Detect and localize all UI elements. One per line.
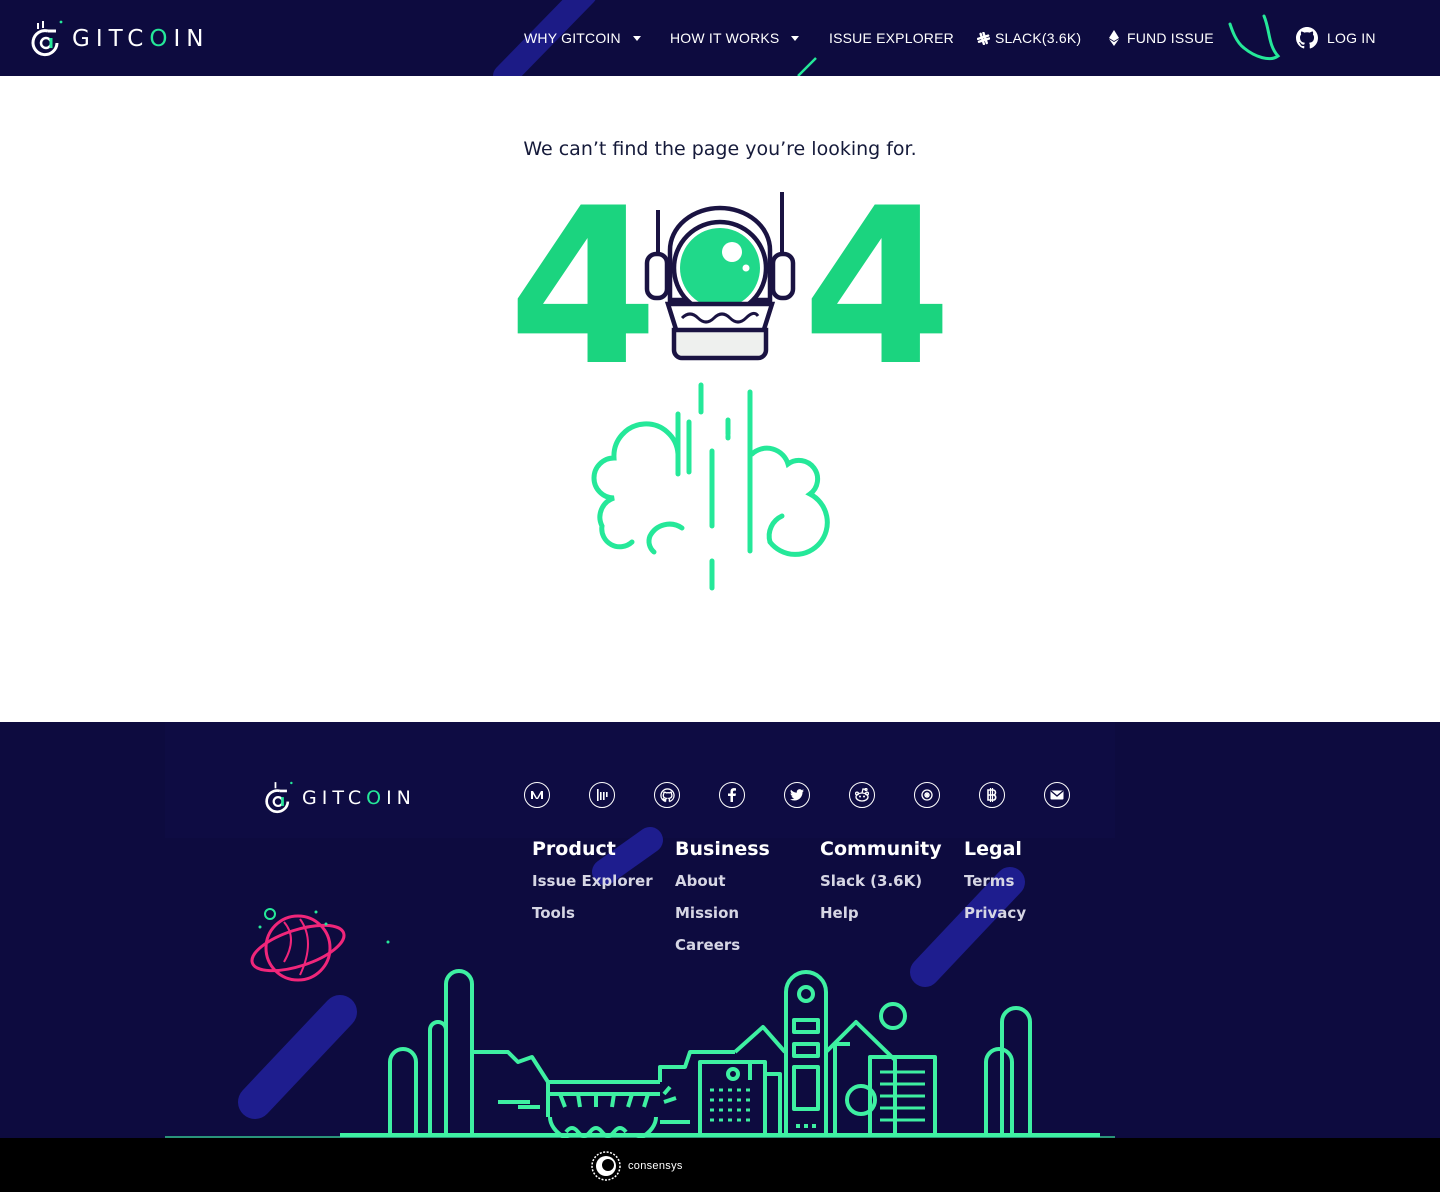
- gitcoin-logo[interactable]: GITCOIN: [30, 18, 209, 60]
- digit-four-left: 4: [508, 162, 659, 413]
- github-icon: [1296, 27, 1318, 49]
- gitcoin-logo-icon: [31, 20, 63, 57]
- consensys-label: consensys: [628, 1160, 683, 1172]
- nav-log-in[interactable]: LOG IN: [1296, 0, 1376, 76]
- nav-why-gitcoin-label: WHY GITCOIN: [524, 30, 621, 46]
- main-content: We can’t find the page you’re looking fo…: [0, 76, 1440, 722]
- site-header: GITCOIN WHY GITCOIN HOW IT WORKS ISSUE E…: [0, 0, 1440, 76]
- caret-down-icon: [632, 35, 641, 41]
- bottom-bar: consensys: [0, 1138, 1440, 1192]
- logo-wordmark: GITCOIN: [72, 26, 210, 52]
- site-footer: GITCOIN Product Issue Explorer Tools Bus…: [0, 722, 1440, 1138]
- ethereum-icon: [1109, 30, 1119, 46]
- nav-how-it-works[interactable]: HOW IT WORKS: [670, 0, 800, 76]
- astronaut-helmet-icon: [644, 192, 796, 361]
- nav-why-gitcoin[interactable]: WHY GITCOIN: [524, 0, 641, 76]
- slack-icon: [977, 31, 990, 45]
- nav-log-in-label: LOG IN: [1327, 30, 1376, 46]
- nav-how-it-works-label: HOW IT WORKS: [670, 30, 780, 46]
- nav-issue-explorer-label: ISSUE EXPLORER: [829, 30, 954, 46]
- nav-issue-explorer[interactable]: ISSUE EXPLORER: [829, 0, 954, 76]
- nav-fund-issue-label: FUND ISSUE: [1127, 30, 1214, 46]
- city-skyline-illustration: [165, 969, 1115, 1138]
- nav-fund-issue[interactable]: FUND ISSUE: [1109, 0, 1214, 76]
- consensys-logo[interactable]: consensys: [590, 1150, 683, 1182]
- digit-four-right: 4: [802, 162, 953, 413]
- consensys-icon: [591, 1151, 621, 1181]
- rocket-smoke-illustration: [591, 382, 830, 591]
- caret-down-icon: [791, 35, 800, 41]
- nav-slack[interactable]: SLACK(3.6K): [977, 0, 1081, 76]
- nav-slack-label: SLACK(3.6K): [995, 30, 1082, 46]
- not-found-message: We can’t find the page you’re looking fo…: [523, 138, 917, 160]
